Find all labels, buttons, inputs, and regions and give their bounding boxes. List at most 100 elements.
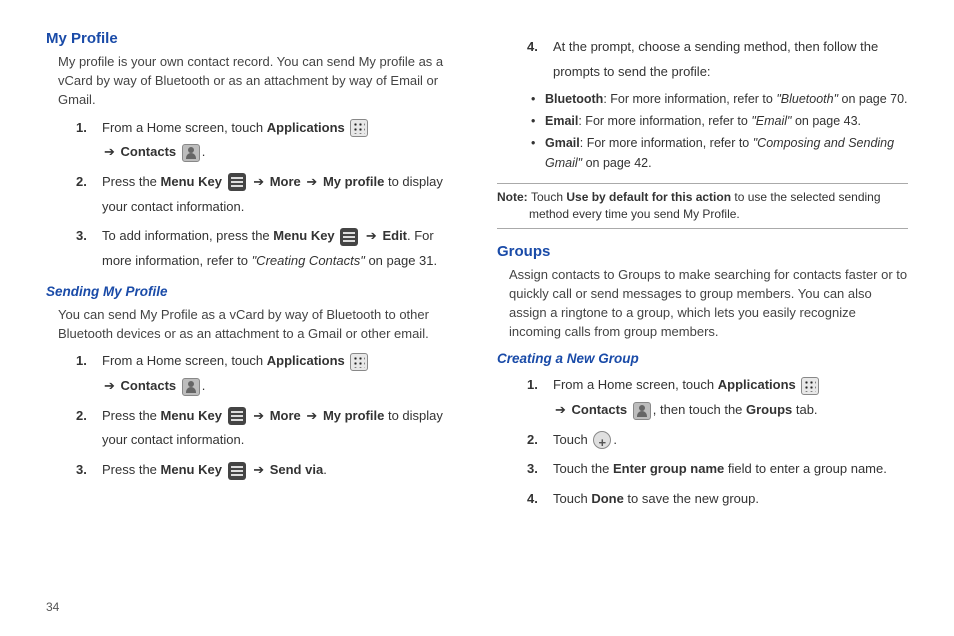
text: on page 70. [838, 92, 908, 106]
bullet-email: • Email: For more information, refer to … [531, 111, 908, 131]
smp-step-2: 2. Press the Menu Key ➔ More ➔ My profil… [76, 404, 457, 453]
menu-icon [228, 173, 246, 191]
text: . [613, 432, 617, 447]
left-column: My Profile My profile is your own contac… [46, 30, 457, 517]
arrow-icon: ➔ [306, 408, 317, 423]
step-number: 1. [76, 349, 102, 398]
text: From a Home screen, touch [553, 377, 718, 392]
step-body: From a Home screen, touch Applications ➔… [553, 373, 908, 422]
note-box: Note: Touch Use by default for this acti… [497, 183, 908, 229]
menu-key-label: Menu Key [161, 462, 222, 477]
text: Press the [102, 174, 161, 189]
send-via-label: Send via [270, 462, 323, 477]
contacts-label: Contacts [121, 144, 177, 159]
groups-tab-label: Groups [746, 402, 792, 417]
contact-icon [633, 402, 651, 420]
applications-label: Applications [267, 120, 345, 135]
step-body: Press the Menu Key ➔ Send via. [102, 458, 457, 483]
step-number: 2. [527, 428, 553, 453]
step-number: 2. [76, 170, 102, 219]
step-body: From a Home screen, touch Applications ➔… [102, 116, 457, 165]
sending-intro: You can send My Profile as a vCard by wa… [58, 306, 457, 344]
creating-group-heading: Creating a New Group [497, 351, 908, 366]
smp-step-3: 3. Press the Menu Key ➔ Send via. [76, 458, 457, 483]
page-columns: My Profile My profile is your own contac… [46, 30, 908, 517]
contacts-label: Contacts [121, 378, 177, 393]
right-step-4: 4. At the prompt, choose a sending metho… [527, 35, 908, 84]
note-label: Note: [497, 190, 531, 204]
menu-key-label: Menu Key [161, 408, 222, 423]
step-body: Touch . [553, 428, 908, 453]
contacts-label: Contacts [572, 402, 628, 417]
step-number: 2. [76, 404, 102, 453]
step-number: 4. [527, 487, 553, 512]
step-number: 3. [76, 458, 102, 483]
bullet-dot: • [531, 111, 545, 131]
text: From a Home screen, touch [102, 120, 267, 135]
my-profile-label: My profile [323, 408, 384, 423]
contact-icon [182, 144, 200, 162]
my-profile-label: My profile [323, 174, 384, 189]
done-label: Done [591, 491, 624, 506]
applications-label: Applications [267, 353, 345, 368]
arrow-icon: ➔ [104, 378, 115, 393]
more-label: More [270, 174, 301, 189]
mp-step-1: 1. From a Home screen, touch Application… [76, 116, 457, 165]
text: Press the [102, 408, 161, 423]
arrow-icon: ➔ [366, 228, 377, 243]
text: Touch [553, 491, 591, 506]
text: : For more information, refer to [580, 136, 753, 150]
my-profile-intro: My profile is your own contact record. Y… [58, 53, 457, 110]
smp-step-1: 1. From a Home screen, touch Application… [76, 349, 457, 398]
text: field to enter a group name. [724, 461, 887, 476]
text: Touch the [553, 461, 613, 476]
apps-icon [350, 119, 368, 137]
groups-heading: Groups [497, 243, 908, 260]
cg-step-3: 3. Touch the Enter group name field to e… [527, 457, 908, 482]
text: on page 42. [582, 156, 652, 170]
page-number: 34 [46, 600, 59, 614]
right-column: 4. At the prompt, choose a sending metho… [497, 30, 908, 517]
note-action: Use by default for this action [566, 190, 731, 204]
apps-icon [801, 377, 819, 395]
bullet-body: Gmail: For more information, refer to "C… [545, 133, 908, 173]
menu-key-label: Menu Key [273, 228, 334, 243]
text: on page 31. [365, 253, 437, 268]
step-body: At the prompt, choose a sending method, … [553, 35, 908, 84]
email-label: Email [545, 114, 578, 128]
text: Touch [553, 432, 591, 447]
step-body: Press the Menu Key ➔ More ➔ My profile t… [102, 404, 457, 453]
enter-group-name-label: Enter group name [613, 461, 724, 476]
text: : For more information, refer to [603, 92, 776, 106]
bluetooth-label: Bluetooth [545, 92, 603, 106]
menu-icon [228, 462, 246, 480]
mp-step-2: 2. Press the Menu Key ➔ More ➔ My profil… [76, 170, 457, 219]
text: , then touch the [653, 402, 746, 417]
text: . [202, 144, 206, 159]
text: to save the new group. [624, 491, 759, 506]
step-body: To add information, press the Menu Key ➔… [102, 224, 457, 273]
arrow-icon: ➔ [253, 174, 264, 189]
step-number: 3. [527, 457, 553, 482]
cg-step-1: 1. From a Home screen, touch Application… [527, 373, 908, 422]
mp-step-3: 3. To add information, press the Menu Ke… [76, 224, 457, 273]
step-body: Touch Done to save the new group. [553, 487, 908, 512]
menu-icon [228, 407, 246, 425]
bullet-body: Bluetooth: For more information, refer t… [545, 89, 908, 109]
contact-icon [182, 378, 200, 396]
arrow-icon: ➔ [253, 462, 264, 477]
arrow-icon: ➔ [104, 144, 115, 159]
text: . [202, 378, 206, 393]
text: Touch [531, 190, 566, 204]
text: : For more information, refer to [578, 114, 751, 128]
apps-icon [350, 353, 368, 371]
edit-label: Edit [382, 228, 407, 243]
bullet-dot: • [531, 89, 545, 109]
groups-intro: Assign contacts to Groups to make search… [509, 266, 908, 341]
arrow-icon: ➔ [306, 174, 317, 189]
bullet-gmail: • Gmail: For more information, refer to … [531, 133, 908, 173]
menu-key-label: Menu Key [161, 174, 222, 189]
step-body: Touch the Enter group name field to ente… [553, 457, 908, 482]
text: on page 43. [791, 114, 861, 128]
more-label: More [270, 408, 301, 423]
